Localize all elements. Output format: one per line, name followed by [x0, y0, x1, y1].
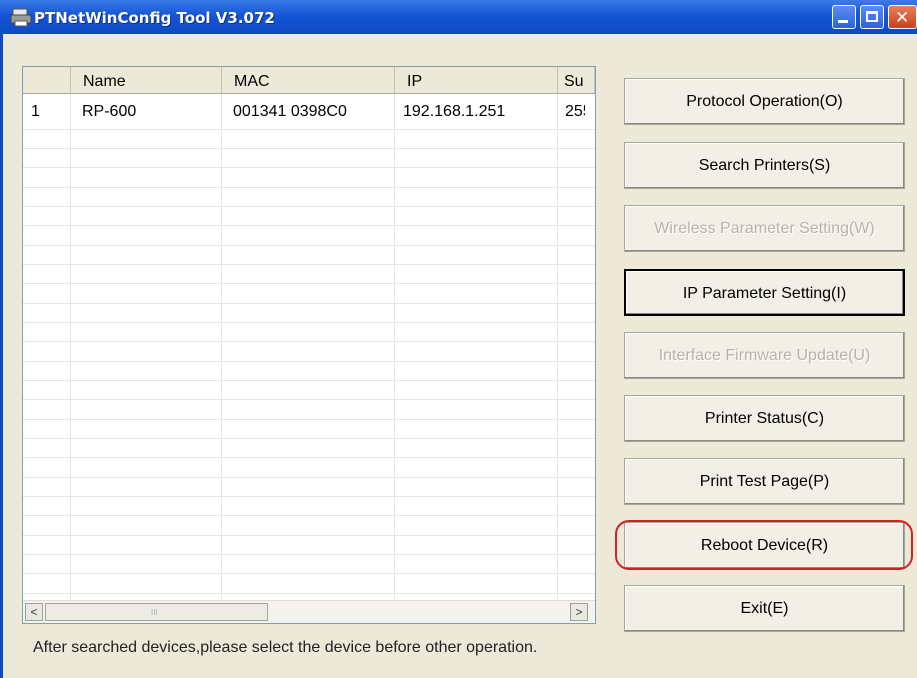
- title-bar[interactable]: PTNetWinConfig Tool V3.072 ✕: [0, 0, 917, 34]
- column-header-subnet[interactable]: Su: [558, 67, 595, 94]
- reboot-highlight-ring: [615, 520, 913, 570]
- column-header-mac[interactable]: MAC: [222, 67, 395, 94]
- device-list[interactable]: Name MAC IP Su 1 RP-600 001341 0398C0 19…: [22, 66, 596, 624]
- window-border: [0, 34, 3, 678]
- interface-firmware-update-button[interactable]: Interface Firmware Update(U): [624, 332, 905, 379]
- wireless-parameter-setting-button[interactable]: Wireless Parameter Setting(W): [624, 205, 905, 252]
- column-header-name[interactable]: Name: [71, 67, 222, 94]
- ip-parameter-setting-button[interactable]: IP Parameter Setting(I): [624, 269, 905, 316]
- column-header-ip[interactable]: IP: [395, 67, 558, 94]
- window-title: PTNetWinConfig Tool V3.072: [34, 9, 275, 27]
- scroll-left-button[interactable]: <: [25, 603, 43, 621]
- row-subnet: 255: [565, 103, 585, 120]
- maximize-icon: [866, 11, 878, 22]
- scroll-grip: III: [151, 608, 158, 617]
- close-button[interactable]: ✕: [888, 5, 917, 29]
- protocol-operation-button[interactable]: Protocol Operation(O): [624, 78, 905, 125]
- printer-status-button[interactable]: Printer Status(C): [624, 395, 905, 442]
- minimize-icon: [838, 20, 848, 23]
- printer-icon: [10, 8, 32, 27]
- maximize-button[interactable]: [860, 5, 884, 29]
- search-printers-button[interactable]: Search Printers(S): [624, 142, 905, 189]
- horizontal-scrollbar[interactable]: < III >: [23, 600, 595, 623]
- minimize-button[interactable]: [832, 5, 856, 29]
- print-test-page-button[interactable]: Print Test Page(P): [624, 458, 905, 505]
- close-icon: ✕: [895, 8, 910, 28]
- row-ip: 192.168.1.251: [403, 103, 506, 120]
- status-text: After searched devices,please select the…: [33, 639, 538, 656]
- scroll-right-button[interactable]: >: [570, 603, 588, 621]
- row-mac: 001341 0398C0: [233, 103, 347, 120]
- row-index: 1: [31, 103, 40, 120]
- scroll-thumb[interactable]: III: [45, 603, 268, 621]
- column-header-index[interactable]: [23, 67, 71, 94]
- list-grid-lines: [23, 94, 595, 600]
- row-name: RP-600: [82, 103, 137, 120]
- exit-button[interactable]: Exit(E): [624, 585, 905, 632]
